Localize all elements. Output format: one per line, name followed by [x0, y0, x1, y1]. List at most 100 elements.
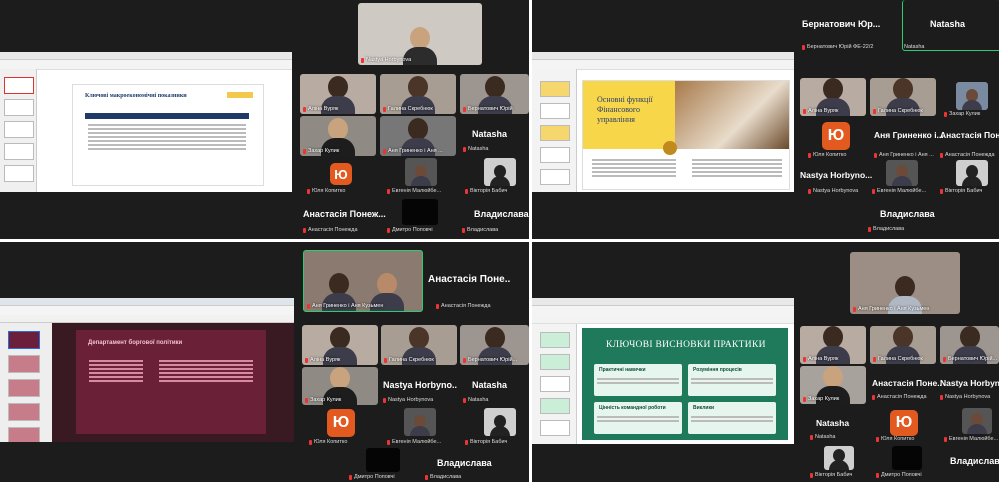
participant-label: Nastya Horbynova	[940, 394, 990, 400]
slide-thumbnail[interactable]	[8, 427, 40, 442]
participant-label: Дмитро Поповчі	[387, 227, 433, 233]
slide-thumbnail[interactable]	[8, 331, 40, 349]
conclusion-box-title: Розуміння процесів	[693, 367, 742, 373]
slide-thumbnail[interactable]	[540, 420, 570, 436]
shared-screen: Ключові макроекономічні показники	[0, 52, 292, 192]
avatar: Ю	[327, 409, 355, 437]
slide-thumbnail[interactable]	[540, 354, 570, 370]
video-tile	[892, 446, 922, 470]
participant-label: Natasha	[463, 397, 489, 403]
video-tile	[404, 408, 436, 436]
slide-thumbnails	[0, 69, 37, 192]
slide-thumbnail[interactable]	[540, 332, 570, 348]
participant-name: Natasha	[472, 129, 508, 139]
participant-name: Аня Гриненко і...	[874, 130, 944, 140]
participant-label: Natasha	[810, 434, 836, 440]
slide-thumbnail[interactable]	[540, 125, 570, 141]
avatar: Ю	[330, 163, 352, 185]
slide-thumbnail[interactable]	[540, 81, 570, 97]
video-tile: Галина Скребнюк	[381, 325, 457, 365]
participant-label: Владислава	[868, 226, 904, 232]
participant-name: Владислава	[474, 209, 529, 219]
slide-thumbnail[interactable]	[540, 376, 570, 392]
participant-label: Юля Копитко	[808, 152, 846, 158]
participant-name: Бернатович Юр...	[802, 19, 881, 29]
quadrant-top-left: Ключові макроекономічні показники Nastya…	[0, 0, 529, 239]
participant-name: Анастасія Поне..	[940, 130, 999, 140]
conclusion-box-title: Виклики	[693, 405, 715, 411]
slide-thumbnail[interactable]	[8, 355, 40, 373]
video-tile: Захар Кулик	[800, 366, 866, 404]
app-toolbar	[0, 315, 294, 323]
participant-label: Владислава	[425, 474, 461, 480]
slide-thumbnail[interactable]	[540, 398, 570, 414]
participant-name: Анастасія Понеж...	[303, 209, 386, 219]
participant-label: Вікторія Бабич	[940, 188, 982, 194]
participant-label: Nastya Horbynova	[383, 397, 433, 403]
participant-name: Анастасія Поне..	[872, 378, 942, 388]
slide-thumbnails	[532, 69, 577, 192]
ribbon-bar	[0, 52, 292, 60]
table-header	[85, 113, 249, 119]
video-tile	[956, 82, 988, 110]
participant-label: Natasha	[904, 44, 925, 50]
quadrant-bottom-right: КЛЮЧОВІ ВИСНОВКИ ПРАКТИКИ Практичні нави…	[532, 242, 999, 482]
participant-label: Анастасія Понежда	[940, 152, 995, 158]
slide-thumbnail[interactable]	[540, 147, 570, 163]
slide-thumbnail[interactable]	[8, 379, 40, 397]
video-tile: Бернатович Юрій	[460, 74, 529, 114]
shared-screen: Основні функції Фінансового управління	[532, 52, 794, 192]
participant-name: Владислава	[880, 209, 935, 219]
quadrant-top-right: Бернатович Юр... Natasha Бернатович Юрій…	[532, 0, 999, 239]
slide-thumbnail[interactable]	[4, 77, 34, 94]
slide-list-right	[156, 358, 256, 384]
app-toolbar	[532, 315, 794, 324]
slide-thumbnail[interactable]	[4, 165, 34, 182]
participant-label: Вікторія Бабич	[810, 472, 852, 478]
participant-label: Захар Кулик	[944, 111, 980, 117]
participant-label: Евгенія Малюйбе...	[944, 436, 998, 442]
video-tile: Захар Кулик	[302, 367, 378, 405]
participant-label: Вікторія Бабич	[465, 188, 507, 194]
slide-text-right	[689, 157, 785, 179]
slide-thumbnail[interactable]	[540, 103, 570, 119]
slide-thumbnails	[532, 324, 577, 444]
video-tile	[366, 448, 400, 472]
slide-thumbnail[interactable]	[4, 121, 34, 138]
slide-thumbnail[interactable]	[4, 99, 34, 116]
browser-tabs	[532, 298, 794, 306]
video-tile: Аліна Вуряк	[800, 326, 866, 364]
slide-thumbnail[interactable]	[540, 169, 570, 185]
video-tile: Аліна Вуряк	[300, 74, 376, 114]
video-tile	[962, 408, 992, 434]
participant-label: Юля Копитко	[309, 439, 347, 445]
participant-name: Nastya Horbyno..	[383, 380, 458, 390]
participant-label: Анастасія Понежда	[436, 303, 491, 309]
slide-canvas: Департамент боргової політики	[76, 330, 266, 434]
participant-name: Анастасія Поне..	[428, 274, 511, 285]
slide-thumbnail[interactable]	[4, 143, 34, 160]
toolbar	[0, 60, 292, 70]
video-tile	[824, 446, 854, 470]
video-tile: Захар Кулик	[300, 116, 376, 156]
participant-label: Аня Гриненко і Аня ...	[874, 152, 934, 158]
participant-name: Natasha	[472, 380, 508, 390]
participant-label: Вікторія Бабич	[465, 439, 507, 445]
slide-badge	[227, 92, 253, 98]
slide-canvas: КЛЮЧОВІ ВИСНОВКИ ПРАКТИКИ Практичні нави…	[582, 328, 788, 440]
video-tile-top: Аня Гриненко і Аня Кузьмен	[850, 252, 960, 314]
slide-title: Департамент боргової політики	[88, 340, 183, 346]
conclusion-box: Практичні навички	[594, 364, 682, 396]
participant-name: Natasha	[930, 19, 966, 29]
avatar: Ю	[822, 122, 850, 150]
participant-name: Nastya Horbyno	[940, 378, 999, 388]
slide-list-left	[86, 358, 146, 384]
participant-label: Евгенія Малюйбе...	[387, 188, 441, 194]
slide-thumbnail[interactable]	[8, 403, 40, 421]
slide-photo	[675, 81, 789, 149]
slide-coin	[663, 141, 677, 155]
slide-title: Ключові макроекономічні показники	[85, 93, 187, 99]
video-tile: Бернатович Юрій...	[940, 326, 999, 364]
video-tile	[956, 160, 988, 186]
slide-thumbnails	[0, 323, 52, 442]
